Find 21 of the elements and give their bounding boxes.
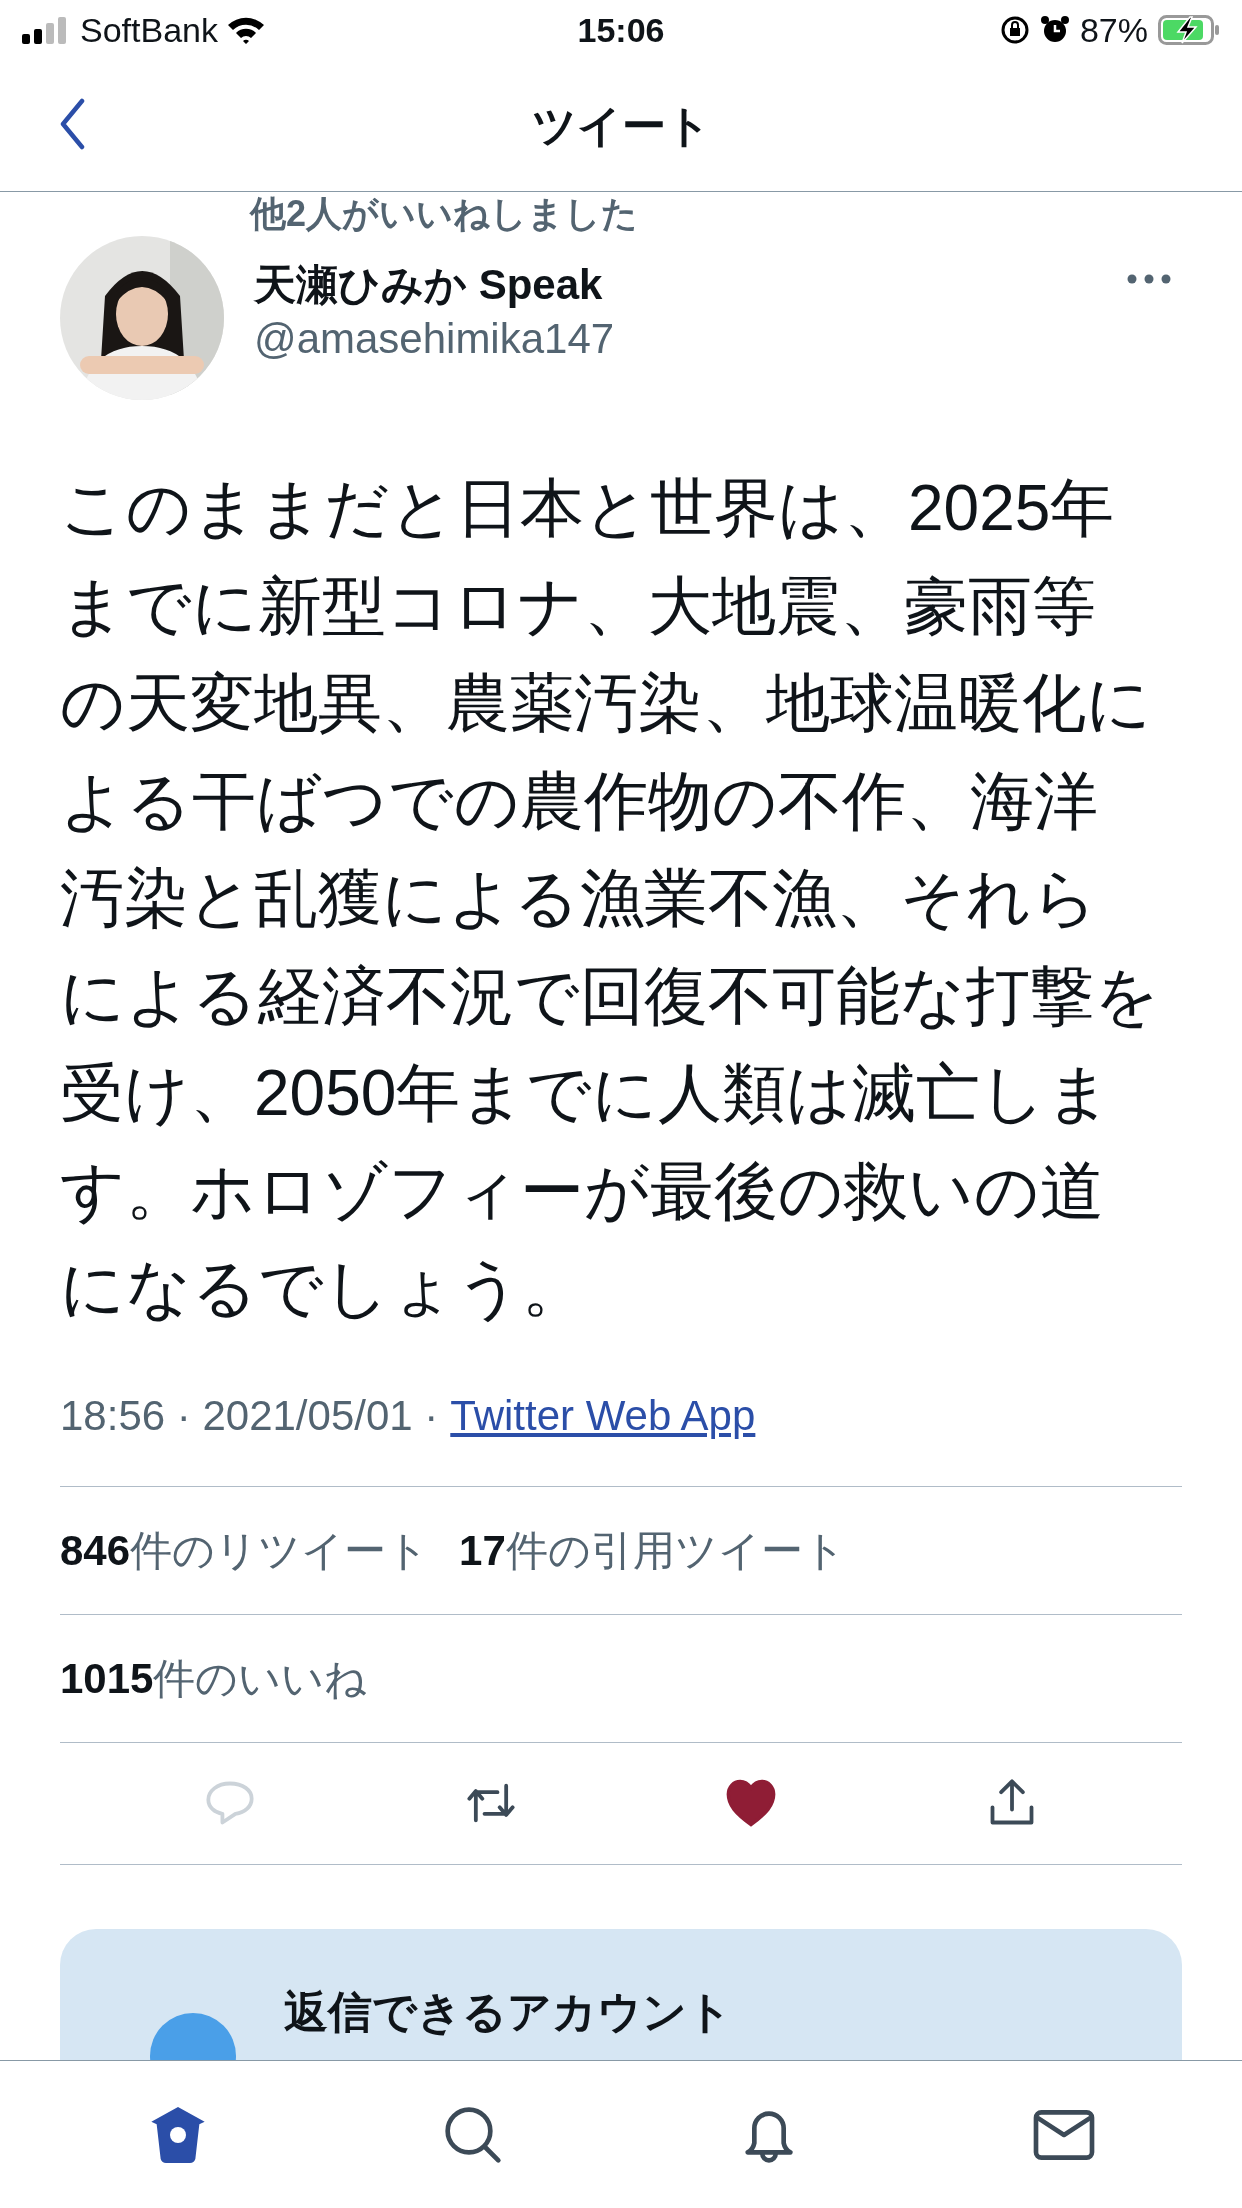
- reply-settings-title: 返信できるアカウント: [284, 1985, 732, 2038]
- clock-time: 15:06: [577, 9, 665, 51]
- rotation-lock-icon: [999, 15, 1030, 45]
- more-icon: [1127, 274, 1171, 284]
- stat-count[interactable]: 17件の引用ツイート: [459, 1518, 846, 1582]
- author-handle[interactable]: @amasehimika147: [254, 312, 1124, 366]
- back-icon: [59, 98, 85, 150]
- liked-by-text: 他2人がいいねしました: [248, 192, 639, 236]
- tweet-text: このままだと日本と世界は、2025年までに新型コロナ、大地震、豪雨等の天変地異、農薬汚染、地球温暖化による干ばつでの農作物の不作、海洋汚染と乱獲による漁業不漁、それらによる経済不況で回復不可能な打撃を受け、2050年までに人類は滅亡します。ホロゾフィーが最後の救いの道になるでしょう。: [60, 471, 1160, 1326]
- battery-icon: [1158, 15, 1220, 45]
- source-link[interactable]: Twitter Web App: [450, 1384, 756, 1447]
- author-name[interactable]: 天瀬ひみか Speak: [254, 258, 1124, 312]
- tweet-timestamp: 18:56 · 2021/05/01 ·: [60, 1391, 439, 1441]
- alarm-icon: [1039, 15, 1070, 45]
- page-title: ツイート: [531, 99, 711, 152]
- heart-icon[interactable]: [725, 1777, 778, 1829]
- stat-count[interactable]: 846件のリツイート: [60, 1518, 430, 1582]
- like-count[interactable]: 1015件のいいね: [60, 1646, 368, 1710]
- battery-percentage: 87%: [1079, 9, 1148, 51]
- wifi-icon: [226, 15, 266, 45]
- carrier-name: SoftBank: [80, 9, 218, 51]
